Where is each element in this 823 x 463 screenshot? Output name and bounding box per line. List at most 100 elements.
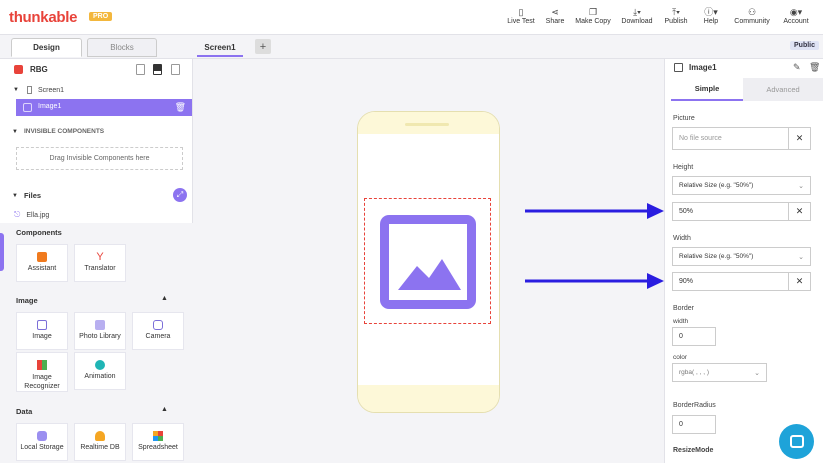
border-color-picker[interactable]: rgba( , , , ) ⌄ [672, 363, 767, 382]
tablet-landscape-icon[interactable] [171, 64, 180, 75]
phone-view-icon[interactable] [153, 64, 162, 75]
components-header: Components [16, 228, 62, 237]
border-color-label: color [673, 354, 688, 361]
arrow-annotation-width [525, 273, 664, 289]
live-test-button[interactable]: ▯ Live Test [506, 6, 536, 30]
width-mode-select[interactable]: Relative Size (e.g. "50%") ⌄ [672, 247, 811, 266]
component-image[interactable]: Image [16, 312, 68, 350]
account-button[interactable]: ◉▾ Account [780, 6, 812, 30]
files-toggle-icon[interactable]: ▼ [12, 193, 18, 199]
component-photo-library[interactable]: Photo Library [74, 312, 126, 350]
trash-icon[interactable]: 🗑 [175, 102, 186, 113]
project-icon [14, 65, 23, 74]
camera-icon [153, 320, 163, 330]
expand-icon[interactable]: ▼ [12, 129, 18, 135]
picture-field[interactable]: No file source ✕ [672, 127, 811, 150]
publish-button[interactable]: ⤒▾ Publish [662, 6, 690, 30]
tree-screen1[interactable]: Screen1 [38, 87, 64, 94]
collapse-icon[interactable]: ▼ [13, 87, 19, 93]
component-spreadsheet[interactable]: Spreadsheet [132, 423, 184, 461]
image-header: Image [16, 296, 38, 305]
component-local-storage[interactable]: Local Storage [16, 423, 68, 461]
phone-speaker [405, 123, 449, 126]
chevron-down-icon: ⌄ [798, 182, 804, 190]
canvas [193, 59, 664, 463]
tab-screen1[interactable]: Screen1 [197, 39, 243, 57]
publish-icon: ⤒▾ [672, 7, 680, 17]
add-screen-button[interactable]: + [255, 39, 271, 54]
collapse-data-icon[interactable]: ▲ [161, 406, 168, 413]
phone-bottom-bezel [358, 385, 499, 412]
delete-icon[interactable]: 🗑 [809, 62, 820, 73]
component-animation[interactable]: Animation [74, 352, 126, 390]
border-width-input[interactable]: 0 [672, 327, 716, 346]
component-title: Image1 [689, 63, 717, 72]
help-button[interactable]: ⓘ▾ Help [699, 6, 723, 30]
make-copy-button[interactable]: ❐ Make Copy [574, 6, 612, 30]
clear-picture-button[interactable]: ✕ [788, 128, 810, 149]
pro-badge: PRO [89, 12, 113, 21]
edit-icon[interactable]: ✎ [793, 62, 801, 73]
image-icon [674, 63, 683, 72]
tab-simple[interactable]: Simple [671, 78, 743, 101]
sub-bar: Design Blocks Screen1 + Public [0, 35, 823, 59]
invisible-dropzone[interactable]: Drag Invisible Components here [16, 147, 183, 170]
tab-advanced[interactable]: Advanced [743, 78, 823, 101]
tree-item-image1[interactable]: Image1 🗑 [16, 99, 192, 116]
tab-design[interactable]: Design [11, 38, 82, 57]
translator-icon: Y [96, 251, 104, 263]
clear-width-button[interactable]: ✕ [788, 273, 810, 290]
height-input[interactable]: 50% ✕ [672, 202, 811, 221]
component-translator[interactable]: Y Translator [74, 244, 126, 282]
border-label: Border [673, 305, 695, 312]
download-button[interactable]: ⤓▾ Download [618, 6, 656, 30]
image-icon [37, 320, 47, 330]
local-storage-icon [37, 431, 47, 441]
top-bar: thunkable PRO ▯ Live Test ⋖ Share ❐ Make Co… [0, 0, 823, 35]
left-panel: RBG ▼ Screen1 Image1 🗑 ▼ INVISIBLE COMPO… [0, 59, 193, 463]
border-radius-label: BorderRadius [673, 402, 716, 409]
community-button[interactable]: ⚇ Community [731, 6, 773, 30]
height-label: Height [673, 164, 694, 171]
public-badge[interactable]: Public [790, 41, 820, 50]
animation-icon [95, 360, 105, 370]
download-icon: ⤓▾ [633, 7, 641, 17]
clear-height-button[interactable]: ✕ [788, 203, 810, 220]
tab-blocks[interactable]: Blocks [87, 38, 157, 57]
component-image-recognizer[interactable]: Image Recognizer [16, 352, 68, 392]
share-button[interactable]: ⋖ Share [542, 6, 568, 30]
chat-icon [789, 435, 804, 448]
properties-panel: Image1 ✎ 🗑 Simple Advanced Picture No fi… [664, 59, 823, 463]
phone-icon: ▯ [518, 7, 524, 17]
thunkable-logo[interactable]: thunkable [9, 9, 77, 26]
image-component-preview[interactable] [364, 198, 491, 324]
width-input[interactable]: 90% ✕ [672, 272, 811, 291]
collapse-image-icon[interactable]: ▲ [161, 295, 168, 302]
image-recognizer-icon [37, 360, 47, 370]
chevron-down-icon: ⌄ [754, 369, 760, 377]
screen-icon [26, 86, 32, 94]
project-name: RBG [30, 65, 48, 74]
component-assistant[interactable]: Assistant [16, 244, 68, 282]
share-icon: ⋖ [551, 7, 559, 17]
border-width-label: width [673, 318, 689, 325]
file-name[interactable]: Ella.jpg [26, 212, 49, 219]
copy-icon: ❐ [588, 7, 598, 17]
spreadsheet-icon [153, 431, 163, 441]
photo-library-icon [95, 320, 105, 330]
upload-icon[interactable]: ⤢ [173, 188, 187, 202]
border-radius-input[interactable]: 0 [672, 415, 716, 434]
assistant-icon [37, 252, 47, 262]
help-icon: ⓘ▾ [704, 7, 718, 17]
arrow-annotation-height [525, 203, 664, 219]
component-realtime-db[interactable]: Realtime DB [74, 423, 126, 461]
side-collapse-handle[interactable] [0, 233, 4, 271]
resize-mode-label: ResizeMode [673, 447, 714, 454]
height-mode-select[interactable]: Relative Size (e.g. "50%") ⌄ [672, 176, 811, 195]
account-icon: ◉▾ [789, 7, 803, 17]
chat-support-button[interactable] [779, 424, 814, 459]
component-camera[interactable]: Camera [132, 312, 184, 350]
width-label: Width [673, 235, 691, 242]
tree-item-label: Image1 [38, 103, 62, 110]
tablet-view-icon[interactable] [136, 64, 145, 75]
